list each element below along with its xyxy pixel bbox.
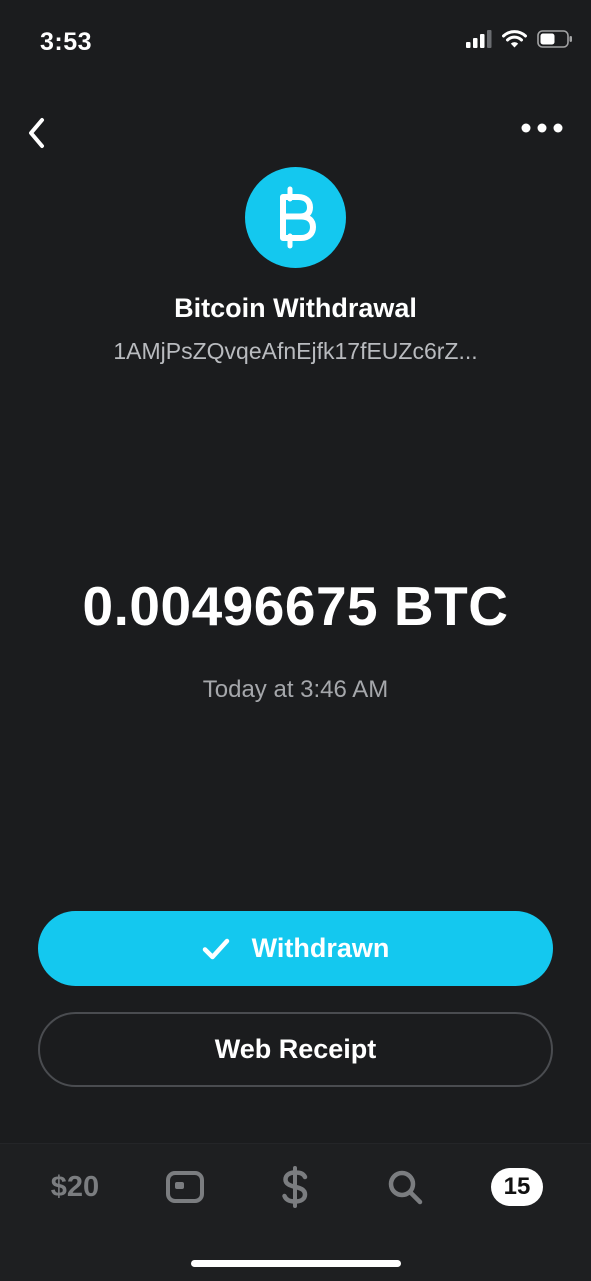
withdrawn-label: Withdrawn — [251, 933, 390, 963]
status-bar: 3:53 — [0, 0, 591, 88]
tab-cash[interactable] — [274, 1164, 316, 1210]
tab-search[interactable] — [384, 1164, 426, 1210]
bitcoin-avatar — [245, 167, 346, 268]
wallet-address: 1AMjPsZQvqeAfnEjfk17fEUZc6rZ... — [113, 338, 478, 364]
home-indicator — [191, 1260, 401, 1267]
transaction-timestamp: Today at 3:46 AM — [202, 676, 389, 703]
chevron-left-icon — [18, 106, 58, 154]
status-time: 3:53 — [40, 28, 93, 56]
activity-badge: 15 — [491, 1168, 543, 1206]
signal-icon — [466, 30, 492, 48]
tab-balance[interactable]: $20 — [40, 1164, 110, 1210]
checkmark-icon — [202, 937, 230, 961]
transaction-title: Bitcoin Withdrawal — [174, 293, 417, 323]
battery-icon — [537, 30, 573, 48]
web-receipt-button[interactable]: Web Receipt — [38, 1012, 553, 1087]
withdrawn-status-button[interactable]: Withdrawn — [38, 911, 553, 986]
card-icon — [165, 1170, 205, 1204]
dollar-icon — [280, 1165, 310, 1209]
web-receipt-label: Web Receipt — [214, 1034, 377, 1064]
more-options-button[interactable] — [521, 114, 565, 142]
back-button[interactable] — [18, 106, 58, 154]
transaction-amount: 0.00496675 BTC — [82, 575, 509, 637]
tab-card[interactable] — [163, 1164, 207, 1210]
status-icons — [466, 30, 573, 48]
bitcoin-icon — [245, 167, 346, 268]
top-nav — [0, 100, 591, 160]
ellipsis-icon — [521, 114, 565, 142]
tab-bar: $20 15 — [0, 1143, 591, 1281]
tab-activity[interactable]: 15 — [490, 1164, 544, 1210]
wifi-icon — [502, 30, 527, 48]
search-icon — [386, 1168, 424, 1206]
